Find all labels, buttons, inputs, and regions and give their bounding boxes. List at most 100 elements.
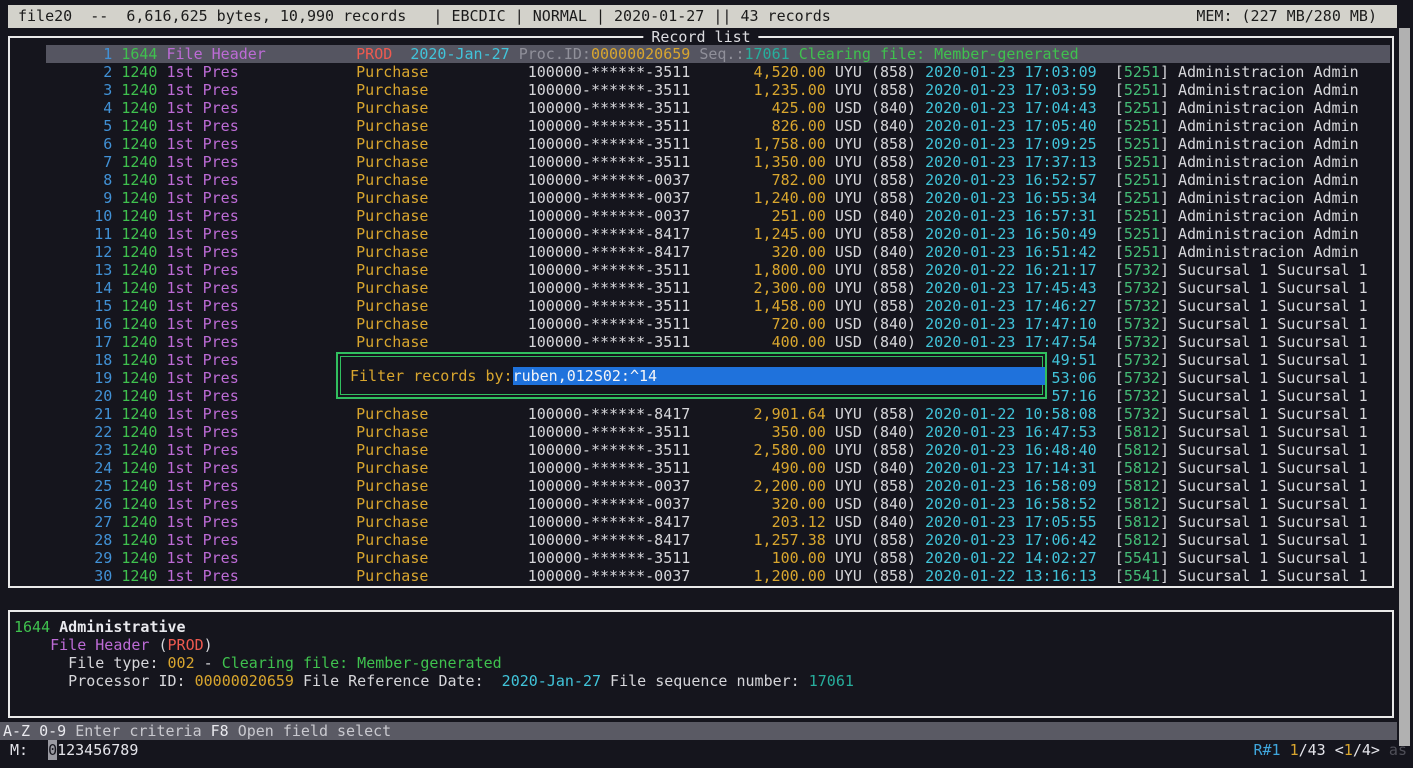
record-row[interactable]: 9 1240 1st Pres Purchase 100000-******-0…: [12, 189, 1390, 207]
cell-code: 5251: [1124, 189, 1160, 207]
cell-brk: ]: [1160, 189, 1178, 207]
cell-cur: UYU (858): [835, 549, 925, 567]
cell-num: 1: [22, 45, 121, 63]
cell-code: 5732: [1124, 351, 1160, 369]
cell-cur: UYU (858): [835, 405, 925, 423]
record-list-title: Record list: [643, 28, 758, 46]
cell-name: Administracion Admin: [1178, 243, 1359, 261]
record-row[interactable]: 23 1240 1st Pres Purchase 100000-******-…: [12, 441, 1390, 459]
record-row[interactable]: 25 1240 1st Pres Purchase 100000-******-…: [12, 477, 1390, 495]
cell-brk: [: [1097, 459, 1124, 477]
cell-func: Purchase: [356, 495, 528, 513]
record-row[interactable]: 8 1240 1st Pres Purchase 100000-******-0…: [12, 171, 1390, 189]
cell-cur: UYU (858): [835, 567, 925, 585]
cell-amt: 400.00: [690, 333, 835, 351]
cell-acct: 100000-******-3511: [528, 81, 691, 99]
record-row[interactable]: 3 1240 1st Pres Purchase 100000-******-3…: [12, 81, 1390, 99]
cell-amt: 320.00: [690, 495, 835, 513]
record-row[interactable]: 14 1240 1st Pres Purchase 100000-******-…: [12, 279, 1390, 297]
record-row[interactable]: 16 1240 1st Pres Purchase 100000-******-…: [12, 315, 1390, 333]
record-row[interactable]: 29 1240 1st Pres Purchase 100000-******-…: [12, 549, 1390, 567]
record-row[interactable]: 11 1240 1st Pres Purchase 100000-******-…: [12, 225, 1390, 243]
cell-func: Purchase: [356, 63, 528, 81]
cell-func: Purchase: [356, 531, 528, 549]
cell-acct: 100000-******-0037: [528, 207, 691, 225]
cell-acct: 100000-******-3511: [528, 99, 691, 117]
cell-dt: 2020-01-23 16:48:40: [925, 441, 1097, 459]
cell-brk: ]: [1160, 81, 1178, 99]
cell-name: Sucursal 1 Sucursal 1: [1178, 369, 1368, 387]
record-row[interactable]: 27 1240 1st Pres Purchase 100000-******-…: [12, 513, 1390, 531]
cell-num: 9: [22, 189, 121, 207]
cell-brk: ]: [1160, 531, 1178, 549]
cell-num: 29: [22, 549, 121, 567]
command-input-area[interactable]: M:0123456789: [10, 740, 138, 762]
cell-amt: 1,758.00: [690, 135, 835, 153]
cell-code: 5732: [1124, 369, 1160, 387]
cell-type: 1240: [121, 369, 166, 387]
cell-code: 5812: [1124, 495, 1160, 513]
record-row[interactable]: 30 1240 1st Pres Purchase 100000-******-…: [12, 567, 1390, 585]
cell-name: Sucursal 1 Sucursal 1: [1178, 279, 1368, 297]
cell-dt: 2020-01-23 16:47:53: [925, 423, 1097, 441]
cell-func: Purchase: [356, 117, 528, 135]
record-row[interactable]: 22 1240 1st Pres Purchase 100000-******-…: [12, 423, 1390, 441]
record-row[interactable]: 6 1240 1st Pres Purchase 100000-******-3…: [12, 135, 1390, 153]
cell-acct: 100000-******-8417: [528, 225, 691, 243]
cell-cur: UYU (858): [835, 63, 925, 81]
record-row[interactable]: 26 1240 1st Pres Purchase 100000-******-…: [12, 495, 1390, 513]
record-row[interactable]: 7 1240 1st Pres Purchase 100000-******-3…: [12, 153, 1390, 171]
cell-num: 13: [22, 261, 121, 279]
cell-type: 1240: [121, 135, 166, 153]
cell-amt: 320.00: [690, 243, 835, 261]
file-title-bar: file20 -- 6,616,625 bytes, 10,990 record…: [8, 5, 1397, 28]
record-row[interactable]: 12 1240 1st Pres Purchase 100000-******-…: [12, 243, 1390, 261]
cell-dt: 2020-01-23 17:03:59: [925, 81, 1097, 99]
record-row[interactable]: 17 1240 1st Pres Purchase 100000-******-…: [12, 333, 1390, 351]
cell-type: 1240: [121, 387, 166, 405]
filter-input[interactable]: ruben,012S02:^14: [513, 367, 1045, 385]
cell-brk: [: [1097, 549, 1124, 567]
record-row[interactable]: 13 1240 1st Pres Purchase 100000-******-…: [12, 261, 1390, 279]
cell-type: 1240: [121, 351, 166, 369]
detail-line-record-name: File Header (PROD): [10, 636, 1392, 654]
record-row[interactable]: 21 1240 1st Pres Purchase 100000-******-…: [12, 405, 1390, 423]
cell-acct: 100000-******-0037: [528, 171, 691, 189]
record-row[interactable]: 4 1240 1st Pres Purchase 100000-******-3…: [12, 99, 1390, 117]
record-row[interactable]: 24 1240 1st Pres Purchase 100000-******-…: [12, 459, 1390, 477]
record-row[interactable]: 10 1240 1st Pres Purchase 100000-******-…: [12, 207, 1390, 225]
cell-func: Purchase: [356, 99, 528, 117]
cell-cur: USD (840): [835, 99, 925, 117]
cell-brk: [: [1097, 225, 1124, 243]
cell-cur: USD (840): [835, 423, 925, 441]
record-row[interactable]: 5 1240 1st Pres Purchase 100000-******-3…: [12, 117, 1390, 135]
cell-num: 12: [22, 243, 121, 261]
cell-desc: 1st Pres: [167, 207, 357, 225]
record-row[interactable]: 2 1240 1st Pres Purchase 100000-******-3…: [12, 63, 1390, 81]
cell-brk: [: [1097, 387, 1124, 405]
cell-amt: 782.00: [690, 171, 835, 189]
cell-desc: 1st Pres: [167, 351, 357, 369]
cell-desc: 1st Pres: [167, 279, 357, 297]
cell-num: 2: [22, 63, 121, 81]
cell-type: 1240: [121, 549, 166, 567]
cell-desc: 1st Pres: [167, 513, 357, 531]
cell-name: Administracion Admin: [1178, 81, 1359, 99]
cell-amt: 4,520.00: [690, 63, 835, 81]
record-row[interactable]: 28 1240 1st Pres Purchase 100000-******-…: [12, 531, 1390, 549]
cell-name: Sucursal 1 Sucursal 1: [1178, 261, 1368, 279]
scrollbar[interactable]: [1399, 28, 1410, 746]
cell-amt: 2,300.00: [690, 279, 835, 297]
cell-cur: USD (840): [835, 459, 925, 477]
record-row[interactable]: 15 1240 1st Pres Purchase 100000-******-…: [12, 297, 1390, 315]
cell-dt: 2020-01-22 13:16:13: [925, 567, 1097, 585]
cell-desc: 1st Pres: [167, 369, 357, 387]
cell-amt: 826.00: [690, 117, 835, 135]
cell-dt: 2020-01-23 16:58:09: [925, 477, 1097, 495]
record-row-header[interactable]: 1 1644 File Header PROD 2020-Jan-27 Proc…: [12, 45, 1390, 63]
cell-type: 1240: [121, 477, 166, 495]
cell-desc: 1st Pres: [167, 171, 357, 189]
cell-cur: UYU (858): [835, 171, 925, 189]
cell-func: Purchase: [356, 207, 528, 225]
file-info: file20 -- 6,616,625 bytes, 10,990 record…: [18, 5, 831, 28]
